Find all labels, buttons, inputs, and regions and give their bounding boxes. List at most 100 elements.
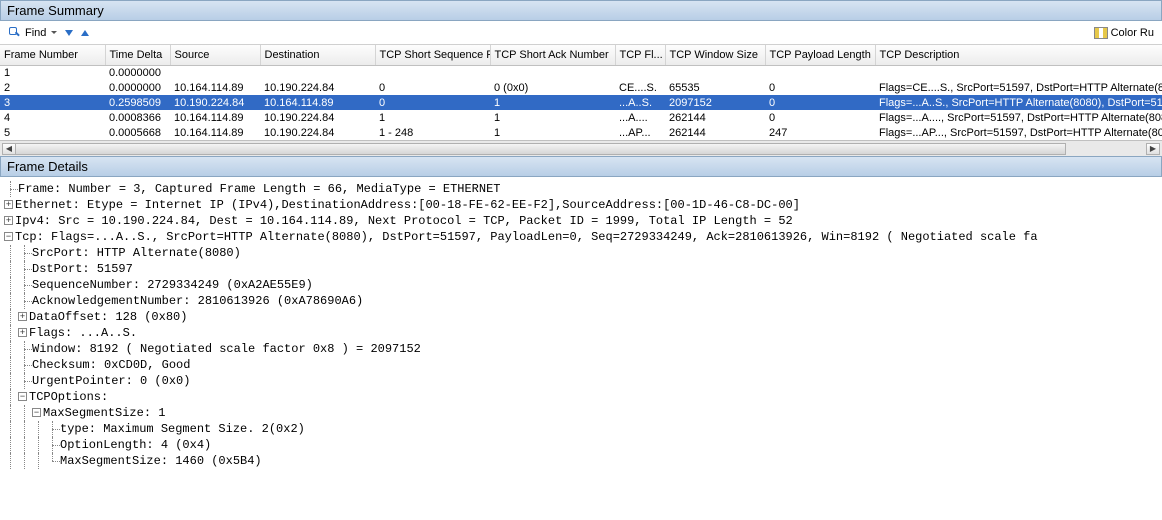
details-urgentptr[interactable]: UrgentPointer: 0 (0x0) (32, 373, 1162, 389)
cell-td: 0.0008366 (105, 110, 170, 125)
details-mss-optlen[interactable]: OptionLength: 4 (0x4) (60, 437, 1162, 453)
horizontal-scrollbar[interactable]: ◀ ▶ (0, 140, 1162, 156)
cell-san: 1 (490, 95, 615, 110)
details-dstport[interactable]: DstPort: 51597 (32, 261, 1162, 277)
expand-mss[interactable]: − (32, 408, 41, 417)
cell-fn: 2 (0, 80, 105, 95)
summary-toolbar: Find Color Ru (0, 21, 1162, 45)
cell-desc: Flags=...A..S., SrcPort=HTTP Alternate(8… (875, 95, 1162, 110)
cell-ssr: 0 (375, 95, 490, 110)
cell-desc: Flags=...A...., SrcPort=51597, DstPort=H… (875, 110, 1162, 125)
cell-ws: 262144 (665, 110, 765, 125)
cell-desc: Flags=CE....S., SrcPort=51597, DstPort=H… (875, 80, 1162, 95)
arrow-up-icon (81, 30, 89, 36)
color-rules-icon (1094, 27, 1108, 39)
details-acknum[interactable]: AcknowledgementNumber: 2810613926 (0xA78… (32, 293, 1162, 309)
col-tcp-flags[interactable]: TCP Fl... (615, 45, 665, 65)
col-tcp-desc[interactable]: TCP Description (875, 45, 1162, 65)
details-ipv4[interactable]: Ipv4: Src = 10.190.224.84, Dest = 10.164… (15, 213, 1162, 229)
cell-fn: 3 (0, 95, 105, 110)
frame-details-tree[interactable]: Frame: Number = 3, Captured Frame Length… (0, 177, 1162, 473)
cell-pl (765, 65, 875, 80)
cell-fl: ...A..S. (615, 95, 665, 110)
table-row[interactable]: 40.000836610.164.114.8910.190.224.8411..… (0, 110, 1162, 125)
cell-san: 0 (0x0) (490, 80, 615, 95)
cell-ssr: 1 (375, 110, 490, 125)
expand-tcpoptions[interactable]: − (18, 392, 27, 401)
details-frame[interactable]: Frame: Number = 3, Captured Frame Length… (18, 181, 1162, 197)
cell-pl: 0 (765, 95, 875, 110)
cell-fl: ...AP... (615, 125, 665, 140)
col-source[interactable]: Source (170, 45, 260, 65)
details-tcp[interactable]: Tcp: Flags=...A..S., SrcPort=HTTP Altern… (15, 229, 1162, 245)
col-tcp-short-seq[interactable]: TCP Short Sequence Range (375, 45, 490, 65)
expand-flags[interactable]: + (18, 328, 27, 337)
cell-san: 1 (490, 110, 615, 125)
table-row[interactable]: 30.259850910.190.224.8410.164.114.8901..… (0, 95, 1162, 110)
find-label: Find (25, 27, 46, 39)
cell-dst: 10.190.224.84 (260, 125, 375, 140)
cell-dst: 10.190.224.84 (260, 80, 375, 95)
prev-button[interactable] (77, 28, 93, 38)
find-icon (8, 26, 22, 40)
cell-td: 0.0000000 (105, 65, 170, 80)
table-row[interactable]: 50.000566810.164.114.8910.190.224.841 - … (0, 125, 1162, 140)
col-tcp-window[interactable]: TCP Window Size (665, 45, 765, 65)
details-mss-size[interactable]: MaxSegmentSize: 1460 (0x5B4) (60, 453, 1162, 469)
cell-fn: 4 (0, 110, 105, 125)
cell-ssr: 0 (375, 80, 490, 95)
cell-fn: 1 (0, 65, 105, 80)
cell-ssr (375, 65, 490, 80)
table-row[interactable]: 10.0000000 (0, 65, 1162, 80)
next-button[interactable] (61, 28, 77, 38)
cell-desc: Flags=...AP..., SrcPort=51597, DstPort=H… (875, 125, 1162, 140)
cell-desc (875, 65, 1162, 80)
details-window[interactable]: Window: 8192 ( Negotiated scale factor 0… (32, 341, 1162, 357)
col-tcp-short-ack[interactable]: TCP Short Ack Number (490, 45, 615, 65)
cell-pl: 0 (765, 110, 875, 125)
arrow-down-icon (65, 30, 73, 36)
cell-dst: 10.164.114.89 (260, 95, 375, 110)
col-destination[interactable]: Destination (260, 45, 375, 65)
cell-fl (615, 65, 665, 80)
details-ethernet[interactable]: Ethernet: Etype = Internet IP (IPv4),Des… (15, 197, 1162, 213)
details-srcport[interactable]: SrcPort: HTTP Alternate(8080) (32, 245, 1162, 261)
cell-fl: ...A.... (615, 110, 665, 125)
color-rules-label: Color Ru (1111, 27, 1154, 39)
cell-dst: 10.190.224.84 (260, 110, 375, 125)
cell-td: 0.2598509 (105, 95, 170, 110)
details-mss[interactable]: MaxSegmentSize: 1 (43, 405, 1162, 421)
cell-src: 10.164.114.89 (170, 125, 260, 140)
cell-fn: 5 (0, 125, 105, 140)
expand-dataoffset[interactable]: + (18, 312, 27, 321)
details-checksum[interactable]: Checksum: 0xCD0D, Good (32, 357, 1162, 373)
cell-src: 10.190.224.84 (170, 95, 260, 110)
cell-ws: 262144 (665, 125, 765, 140)
col-time-delta[interactable]: Time Delta (105, 45, 170, 65)
find-button[interactable]: Find (4, 24, 61, 42)
frame-summary-grid[interactable]: Frame Number Time Delta Source Destinati… (0, 45, 1162, 140)
scroll-right-button[interactable]: ▶ (1146, 143, 1160, 155)
col-tcp-payload[interactable]: TCP Payload Length (765, 45, 875, 65)
cell-fl: CE....S. (615, 80, 665, 95)
cell-src: 10.164.114.89 (170, 110, 260, 125)
cell-ssr: 1 - 248 (375, 125, 490, 140)
scroll-thumb[interactable] (16, 143, 1066, 155)
col-frame-number[interactable]: Frame Number (0, 45, 105, 65)
details-seqnum[interactable]: SequenceNumber: 2729334249 (0xA2AE55E9) (32, 277, 1162, 293)
scroll-left-button[interactable]: ◀ (2, 143, 16, 155)
cell-dst (260, 65, 375, 80)
dropdown-icon (51, 31, 57, 34)
cell-src (170, 65, 260, 80)
table-row[interactable]: 20.000000010.164.114.8910.190.224.8400 (… (0, 80, 1162, 95)
cell-pl: 0 (765, 80, 875, 95)
color-rules-button[interactable]: Color Ru (1090, 25, 1158, 41)
details-flags[interactable]: Flags: ...A..S. (29, 325, 1162, 341)
details-dataoffset[interactable]: DataOffset: 128 (0x80) (29, 309, 1162, 325)
expand-ethernet[interactable]: + (4, 200, 13, 209)
details-mss-type[interactable]: type: Maximum Segment Size. 2(0x2) (60, 421, 1162, 437)
cell-src: 10.164.114.89 (170, 80, 260, 95)
expand-ipv4[interactable]: + (4, 216, 13, 225)
expand-tcp[interactable]: − (4, 232, 13, 241)
details-tcpoptions[interactable]: TCPOptions: (29, 389, 1162, 405)
